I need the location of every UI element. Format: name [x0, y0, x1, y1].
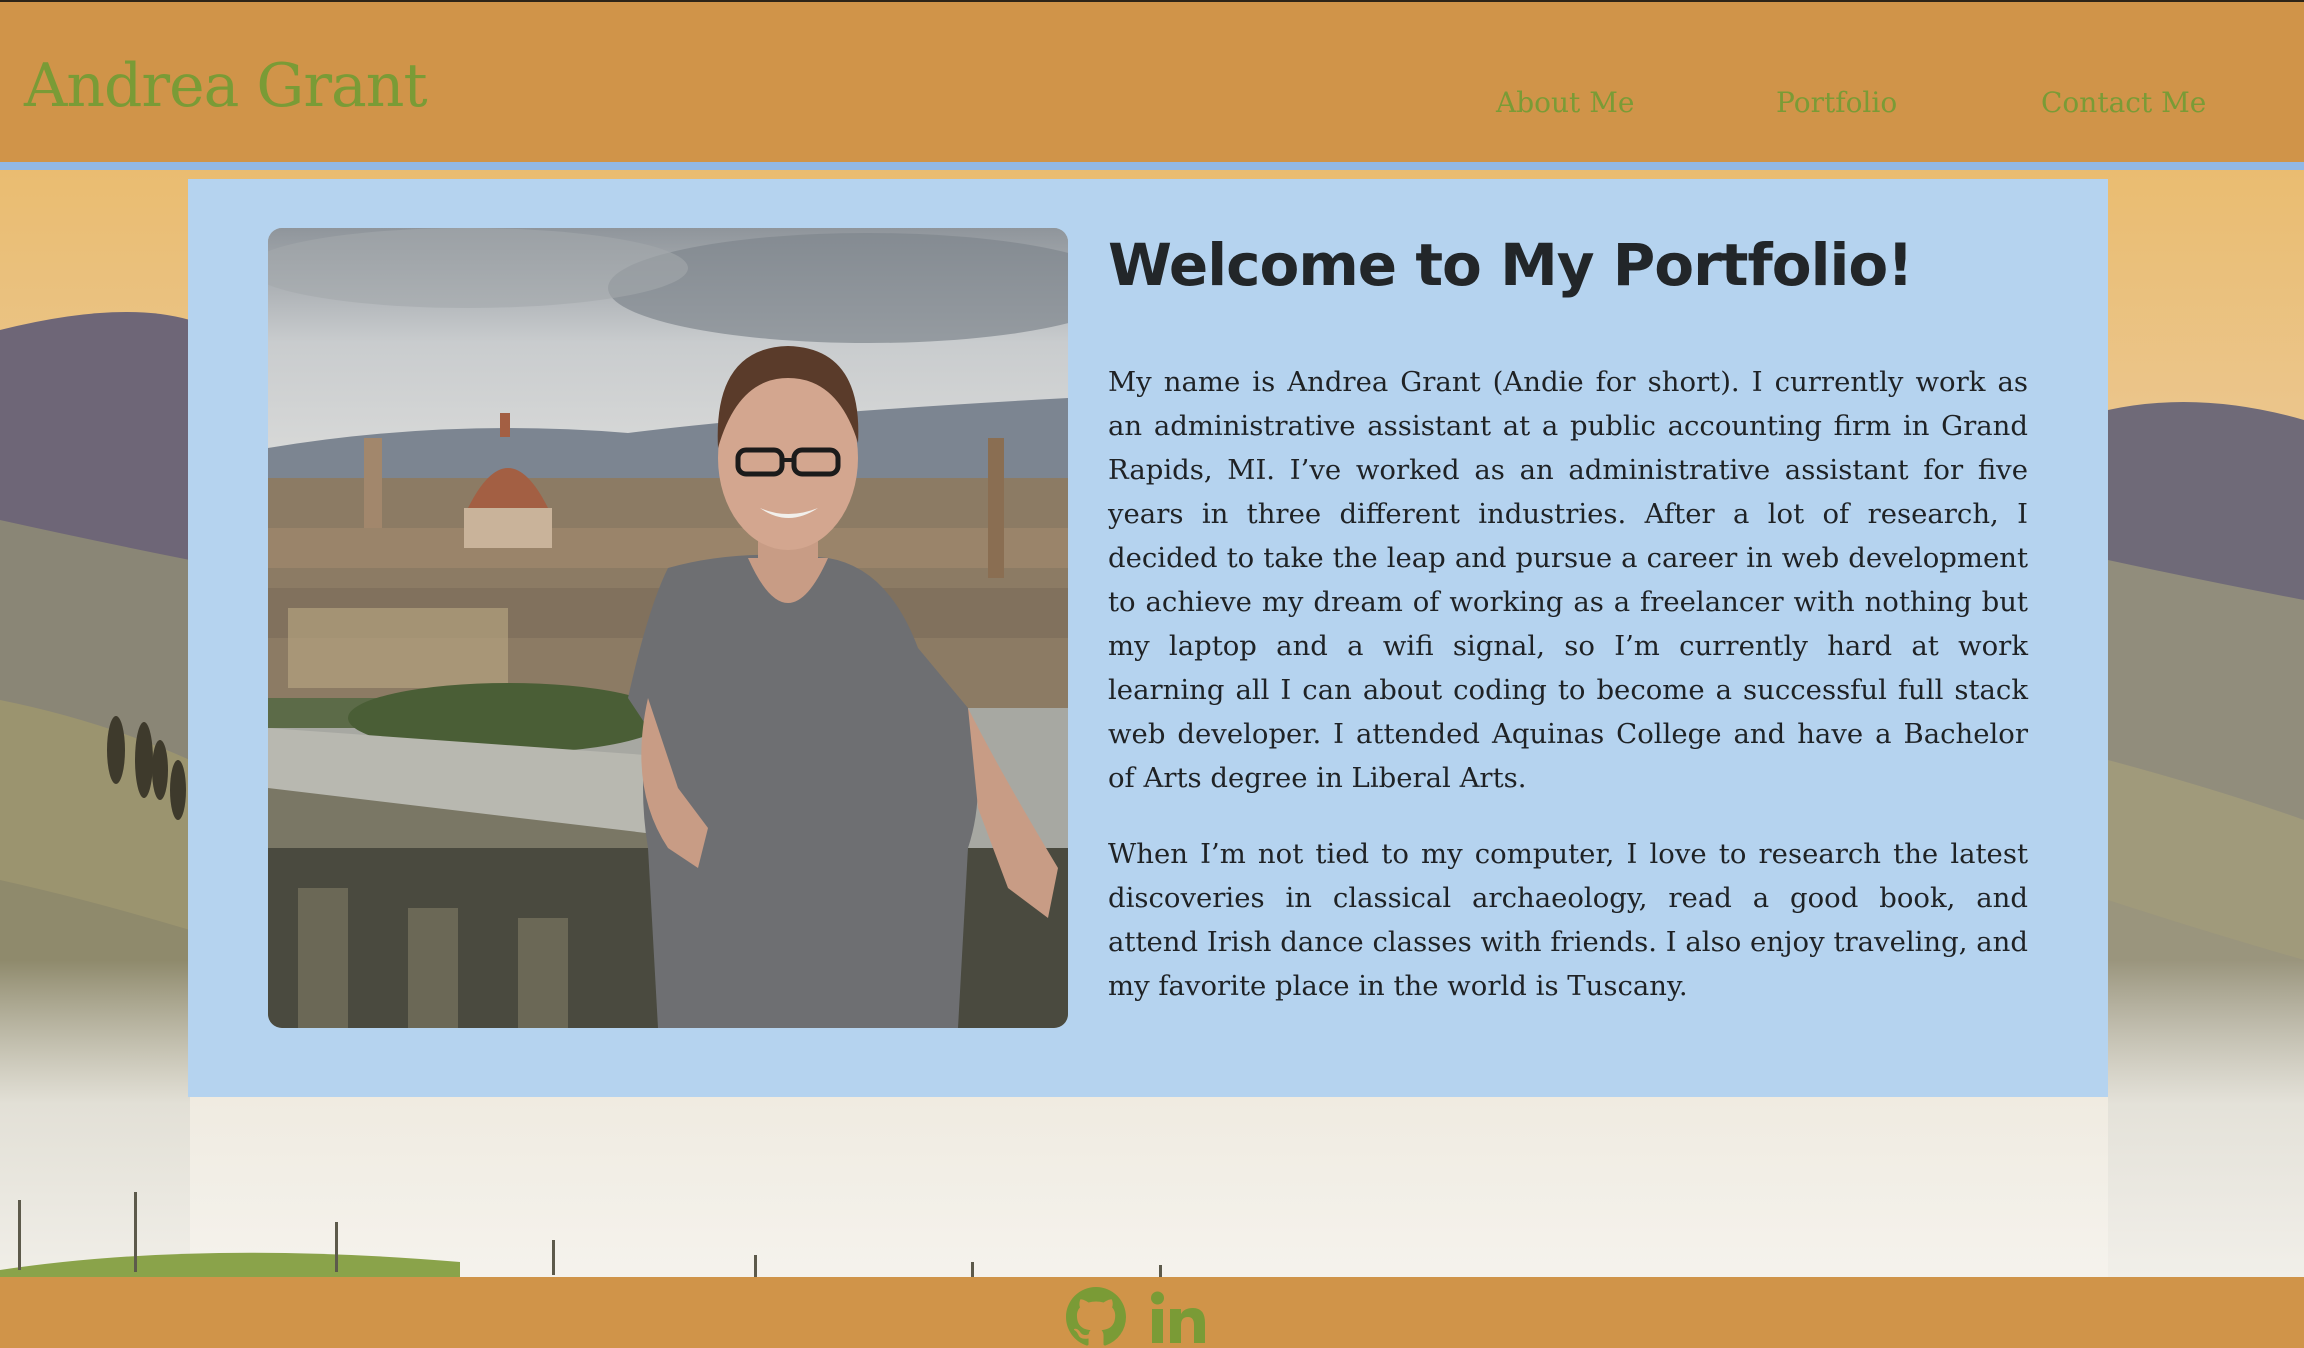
site-footer — [0, 1277, 2304, 1348]
page-title: Welcome to My Portfolio! — [1108, 231, 1914, 299]
bio-paragraph-2: When I’m not tied to my computer, I love… — [1108, 837, 2028, 1002]
github-link[interactable] — [1066, 1287, 1126, 1347]
site-header: Andrea Grant About Me Portfolio Contact … — [0, 0, 2304, 170]
nav-link-about-me[interactable]: About Me — [1496, 86, 1634, 119]
main-nav: About Me Portfolio Contact Me — [1404, 86, 2304, 122]
about-section: Welcome to My Portfolio! My name is Andr… — [188, 179, 2108, 1097]
about-content: Welcome to My Portfolio! My name is Andr… — [1108, 233, 2028, 1008]
github-icon — [1066, 1287, 1126, 1347]
bio-paragraph-1: My name is Andrea Grant (Andie for short… — [1108, 365, 2028, 794]
brand-name[interactable]: Andrea Grant — [24, 56, 428, 116]
linkedin-link[interactable] — [1148, 1287, 1208, 1347]
nav-link-portfolio[interactable]: Portfolio — [1776, 86, 1897, 119]
nav-link-contact-me[interactable]: Contact Me — [2041, 86, 2206, 119]
profile-photo — [268, 228, 1068, 1028]
linkedin-icon — [1148, 1287, 1208, 1347]
